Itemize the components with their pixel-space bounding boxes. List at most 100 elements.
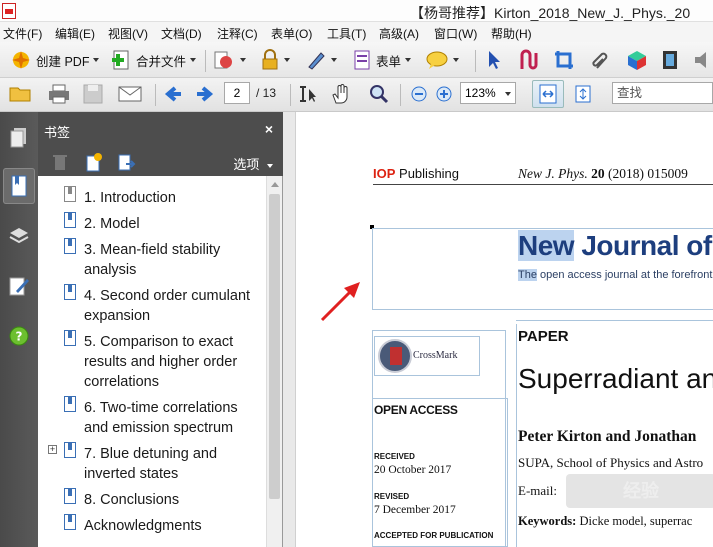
crop-icon — [555, 51, 573, 69]
navigation-toolbar: 2 / 13 123% 查找 — [0, 78, 713, 112]
toolbar-separator — [475, 50, 476, 72]
article-type: PAPER — [518, 328, 569, 345]
select-tool-button[interactable] — [485, 48, 503, 72]
email-button[interactable] — [117, 82, 143, 106]
bookmark-item[interactable]: 1. Introduction — [84, 188, 262, 208]
bookmark-item[interactable]: 5. Comparison to exact results and highe… — [84, 332, 262, 392]
app-icon — [2, 3, 16, 19]
bookmark-item[interactable]: 6. Two-time correlations and emission sp… — [84, 398, 262, 438]
menu-file[interactable]: 文件(F) — [3, 25, 42, 42]
document-viewport[interactable]: IOP Publishing New J. Phys. 20 (2018) 01… — [283, 112, 713, 547]
create-pdf-icon — [12, 51, 30, 69]
red-arrow-icon — [320, 282, 360, 322]
bookmark-item[interactable]: Acknowledgments — [84, 516, 262, 536]
cursor-icon — [489, 51, 500, 69]
menu-tools[interactable]: 工具(T) — [327, 25, 366, 42]
menu-window[interactable]: 窗口(W) — [434, 25, 477, 42]
menu-help[interactable]: 帮助(H) — [491, 25, 532, 42]
help-panel-button[interactable]: ? — [3, 318, 35, 354]
zoom-select[interactable]: 123% — [460, 82, 516, 104]
expand-toggle-icon[interactable]: + — [48, 445, 57, 454]
text-select-tool-button[interactable] — [297, 82, 319, 106]
print-button[interactable] — [47, 82, 71, 106]
bookmark-item[interactable]: 7. Blue detuning and inverted states — [84, 444, 262, 484]
bookmark-item[interactable]: 2. Model — [84, 214, 262, 234]
scroll-up-icon[interactable] — [271, 182, 279, 187]
menu-document[interactable]: 文档(D) — [161, 25, 202, 42]
printer-icon — [49, 84, 69, 104]
layers-panel-button[interactable] — [3, 218, 35, 254]
zoom-in-button[interactable] — [435, 82, 453, 106]
attach-button[interactable] — [590, 48, 610, 72]
bookmarks-scrollbar[interactable] — [266, 176, 282, 547]
crop-tool-button[interactable] — [553, 48, 575, 72]
menu-edit[interactable]: 编辑(E) — [55, 25, 95, 42]
chevron-down-icon — [267, 163, 273, 168]
bookmark-icon — [64, 212, 76, 228]
chevron-down-icon — [505, 92, 511, 96]
arrow-right-icon — [197, 86, 214, 102]
sound-button[interactable] — [692, 48, 712, 72]
zoom-out-icon — [411, 86, 427, 102]
film-icon — [663, 51, 677, 69]
page-number-input[interactable]: 2 — [224, 82, 250, 104]
bookmark-item[interactable]: 3. Mean-field stability analysis — [84, 240, 262, 280]
search-input[interactable]: 查找 — [612, 82, 713, 104]
merge-files-button[interactable]: 合并文件 — [110, 48, 197, 72]
menu-advanced[interactable]: 高级(A) — [379, 25, 419, 42]
save-button[interactable] — [82, 82, 104, 106]
zoom-tool-button[interactable] — [368, 82, 390, 106]
hand-tool-button[interactable] — [330, 82, 352, 106]
menu-view[interactable]: 视图(V) — [108, 25, 148, 42]
svg-text:?: ? — [16, 330, 23, 344]
comment-button[interactable] — [425, 48, 459, 72]
hand-icon — [332, 84, 348, 104]
options-menu[interactable]: 选项 — [233, 154, 273, 173]
journal-subtitle: The open access journal at the forefront — [518, 269, 713, 281]
header-rule — [373, 184, 713, 185]
folder-open-icon — [9, 87, 31, 102]
menu-comments[interactable]: 注释(C) — [217, 25, 258, 42]
author-affiliation: SUPA, School of Physics and Astro — [518, 455, 704, 470]
export-button[interactable] — [212, 48, 246, 72]
scrollbar-thumb[interactable] — [269, 194, 280, 499]
toolbar-separator — [205, 50, 206, 72]
signatures-panel-button[interactable] — [3, 268, 35, 304]
next-page-button[interactable] — [193, 82, 215, 106]
pages-panel-button[interactable] — [3, 120, 35, 156]
bookmarks-panel-title: 书签 — [44, 125, 71, 140]
trash-icon[interactable] — [52, 152, 68, 172]
magnifier-icon — [370, 85, 389, 104]
secure-button[interactable] — [260, 48, 290, 72]
pdf-page: IOP Publishing New J. Phys. 20 (2018) 01… — [295, 112, 713, 547]
bookmark-item[interactable]: 4. Second order cumulant expansion — [84, 286, 262, 326]
create-pdf-button[interactable]: 创建 PDF — [10, 48, 100, 72]
chevron-down-icon — [405, 58, 412, 62]
merge-files-icon — [112, 50, 129, 70]
fit-page-button[interactable] — [572, 82, 594, 106]
chevron-down-icon — [240, 58, 246, 62]
new-bookmark-icon[interactable] — [84, 152, 104, 172]
sign-button[interactable] — [305, 48, 337, 72]
path-tool-button[interactable] — [518, 48, 540, 72]
video-button[interactable] — [660, 48, 680, 72]
bookmarks-panel-button[interactable] — [3, 168, 35, 204]
zoom-out-button[interactable] — [410, 82, 428, 106]
3d-tool-button[interactable] — [625, 48, 649, 72]
bookmark-list: 1. Introduction 2. Model 3. Mean-field s… — [38, 176, 266, 547]
bookmark-item[interactable]: 8. Conclusions — [84, 490, 262, 510]
zoom-value: 123% — [465, 86, 496, 100]
expand-bookmark-icon[interactable] — [116, 152, 136, 172]
fit-width-button[interactable] — [532, 80, 564, 108]
forms-button[interactable]: 表单 — [352, 48, 412, 72]
bookmarks-panel-header: 书签 × — [38, 112, 283, 150]
close-icon[interactable]: × — [265, 121, 273, 137]
comment-icon — [426, 51, 448, 69]
open-button[interactable] — [8, 82, 34, 106]
menu-forms[interactable]: 表单(O) — [271, 25, 312, 42]
toolbar-separator — [400, 84, 401, 106]
crossmark-icon — [378, 339, 412, 373]
export-icon — [214, 51, 232, 69]
revised-label: REVISED — [374, 492, 410, 501]
previous-page-button[interactable] — [163, 82, 185, 106]
